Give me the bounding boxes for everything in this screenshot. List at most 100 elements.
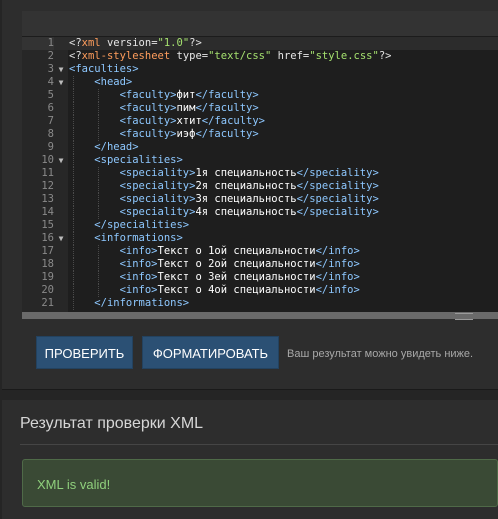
indent-guide [98, 258, 100, 271]
xml-code-editor[interactable]: 1 <?xml version="1.0"?> 2 <?xml-stylesheet … [22, 37, 498, 312]
code-line[interactable]: 3 ▼ <faculties> [22, 63, 498, 76]
code-token: <speciality> [119, 206, 196, 218]
resize-grip-icon[interactable] [455, 313, 473, 320]
code-line[interactable]: 13 <speciality>3я специальность</special… [22, 193, 498, 206]
indent-guide [73, 219, 75, 232]
code-token: <info> [119, 284, 158, 296]
line-number: 1 [22, 37, 54, 50]
code-text: <specialities> [69, 154, 183, 167]
code-text: <speciality>3я специальность</speciality… [69, 193, 379, 206]
code-text: <speciality>4я специальность</speciality… [69, 206, 379, 219]
indent-guide [98, 102, 100, 115]
code-token: </faculty> [195, 128, 259, 140]
fold-arrow-icon[interactable]: ▼ [56, 76, 66, 89]
code-line[interactable]: 11 <speciality>1я специальность</special… [22, 167, 498, 180]
code-token: </speciality> [296, 180, 379, 192]
code-line[interactable]: 7 <faculty>хтит</faculty> [22, 115, 498, 128]
code-line[interactable]: 21 </informations> [22, 297, 498, 310]
editor-toolbar [22, 11, 498, 37]
check-button[interactable]: ПРОВЕРИТЬ [36, 336, 133, 369]
code-token: href= [271, 50, 310, 62]
code-token: "style.css" [309, 50, 379, 62]
format-button[interactable]: ФОРМАТИРОВАТЬ [142, 336, 279, 369]
code-line[interactable]: 8 <faculty>иэф</faculty> [22, 128, 498, 141]
code-line[interactable]: 19 <info>Текст о 3ей специальности</info… [22, 271, 498, 284]
code-token: 4я специальность [195, 206, 297, 218]
code-line[interactable]: 9 </head> [22, 141, 498, 154]
result-title: Результат проверки XML [20, 415, 204, 432]
indent-guide [73, 258, 75, 271]
code-token: <info> [119, 245, 158, 257]
line-number: 2 [47, 50, 54, 62]
code-text: <info>Текст о 1ой специальности</info> [69, 245, 360, 258]
indent-guide [73, 180, 75, 193]
code-token: </speciality> [296, 167, 379, 179]
code-token: <speciality> [119, 180, 196, 192]
indent-guide [73, 245, 75, 258]
line-number: 19 [41, 271, 54, 283]
code-line[interactable]: 15 </specialities> [22, 219, 498, 232]
code-token: xml [81, 37, 101, 49]
indent-guide [98, 128, 100, 141]
fold-arrow-icon[interactable]: ▼ [56, 63, 66, 76]
code-line[interactable]: 6 <faculty>пим</faculty> [22, 102, 498, 115]
line-number: 12 [41, 180, 54, 192]
code-line[interactable]: 1 <?xml version="1.0"?> [22, 37, 498, 50]
code-token: пим [176, 102, 196, 114]
fold-arrow-icon[interactable]: ▼ [56, 154, 66, 167]
code-line[interactable]: 4 ▼ <head> [22, 76, 498, 89]
code-token: </info> [315, 284, 360, 296]
code-token: <? [69, 37, 82, 49]
code-token: <speciality> [119, 167, 196, 179]
line-number: 5 [47, 89, 54, 101]
code-token: Текст о 3ей специальности [157, 271, 316, 283]
code-token: ?> [378, 50, 392, 62]
code-text: </informations> [69, 297, 189, 310]
code-line[interactable]: 17 <info>Текст о 1ой специальности</info… [22, 245, 498, 258]
code-token: Текст о 2ой специальности [157, 258, 316, 270]
indent-guide [73, 102, 75, 115]
line-number: 15 [41, 219, 54, 231]
fold-arrow-icon[interactable]: ▼ [56, 232, 66, 245]
code-token: <head> [94, 76, 133, 88]
line-number: 7 [47, 115, 54, 127]
line-number: 17 [41, 245, 54, 257]
line-number: 21 [41, 297, 54, 309]
code-line[interactable]: 5 <faculty>фит</faculty> [22, 89, 498, 102]
indent-guide [73, 284, 75, 297]
indent-guide [98, 115, 100, 128]
line-number: 9 [47, 141, 54, 153]
line-number: 18 [41, 258, 54, 270]
indent-guide [73, 89, 75, 102]
result-hint: Ваш результат можно увидеть ниже. [287, 348, 474, 360]
code-token: <faculty> [119, 102, 177, 114]
indent-guide [73, 154, 75, 167]
indent-guide [73, 297, 75, 310]
code-token: <info> [119, 258, 158, 270]
editor-resize-bar[interactable] [22, 312, 498, 319]
code-token: <faculty> [119, 89, 177, 101]
code-token: </info> [315, 245, 360, 257]
code-line[interactable]: 14 <speciality>4я специальность</special… [22, 206, 498, 219]
code-token: </faculty> [195, 89, 259, 101]
code-text: </head> [69, 141, 138, 154]
code-line[interactable]: 2 <?xml-stylesheet type="text/css" href="… [22, 50, 498, 63]
line-number: 16 [41, 232, 54, 244]
code-token: <faculty> [119, 128, 177, 140]
indent-guide [98, 206, 100, 219]
validation-alert: XML is valid! [22, 459, 498, 507]
code-token: Текст о 4ой специальности [157, 284, 316, 296]
code-text: <info>Текст о 3ей специальности</info> [69, 271, 360, 284]
code-line[interactable]: 16 ▼ <informations> [22, 232, 498, 245]
line-number: 14 [41, 206, 54, 218]
indent-guide [73, 193, 75, 206]
code-token: 3я специальность [195, 193, 297, 205]
code-token: <specialities> [94, 154, 183, 166]
code-line[interactable]: 10 ▼ <specialities> [22, 154, 498, 167]
code-line[interactable]: 18 <info>Текст о 2ой специальности</info… [22, 258, 498, 271]
indent-guide [98, 284, 100, 297]
code-line[interactable]: 12 <speciality>2я специальность</special… [22, 180, 498, 193]
indent-guide [73, 76, 75, 89]
code-token: <? [69, 50, 82, 62]
code-line[interactable]: 20 <info>Текст о 4ой специальности</info… [22, 284, 498, 297]
